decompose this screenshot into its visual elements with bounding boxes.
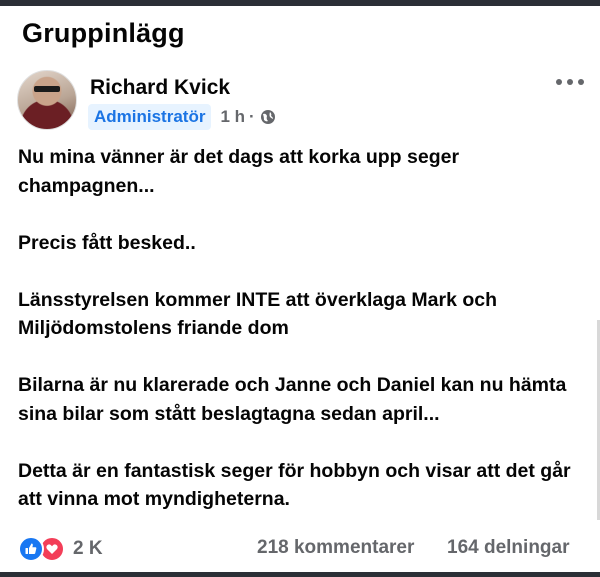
post-meta: Administratör 1 h · <box>88 104 276 130</box>
avatar-censor-bar <box>34 86 60 92</box>
top-frame-edge <box>0 0 600 6</box>
more-options-icon[interactable] <box>556 74 584 90</box>
reactions-summary[interactable]: 2 K <box>18 536 103 562</box>
post-paragraph: Bilarna är nu klarerade och Janne och Da… <box>18 374 567 425</box>
post-body: Nu mina vänner är det dags att korka upp… <box>18 143 588 542</box>
bottom-frame-edge <box>0 572 600 577</box>
avatar[interactable] <box>17 70 77 130</box>
post-paragraph: Länsstyrelsen kommer INTE att överklaga … <box>18 288 498 340</box>
post-paragraph: Detta är en fantastisk seger för hobbyn … <box>18 459 571 511</box>
post-paragraph: Nu mina vänner är det dags att korka upp… <box>18 146 460 197</box>
role-badge[interactable]: Administratör <box>88 104 212 130</box>
section-title: Gruppinlägg <box>22 18 185 48</box>
post-paragraph: Precis fått besked.. <box>18 231 196 254</box>
meta-separator: · <box>249 107 255 126</box>
comments-count-link[interactable]: 218 kommentarer <box>257 537 414 559</box>
shares-count-link[interactable]: 164 delningar <box>447 537 570 559</box>
post-time[interactable]: 1 h <box>220 107 245 127</box>
like-icon <box>18 536 44 562</box>
reaction-count: 2 K <box>73 538 103 559</box>
author-name[interactable]: Richard Kvick <box>90 76 230 100</box>
globe-icon[interactable] <box>260 109 276 125</box>
